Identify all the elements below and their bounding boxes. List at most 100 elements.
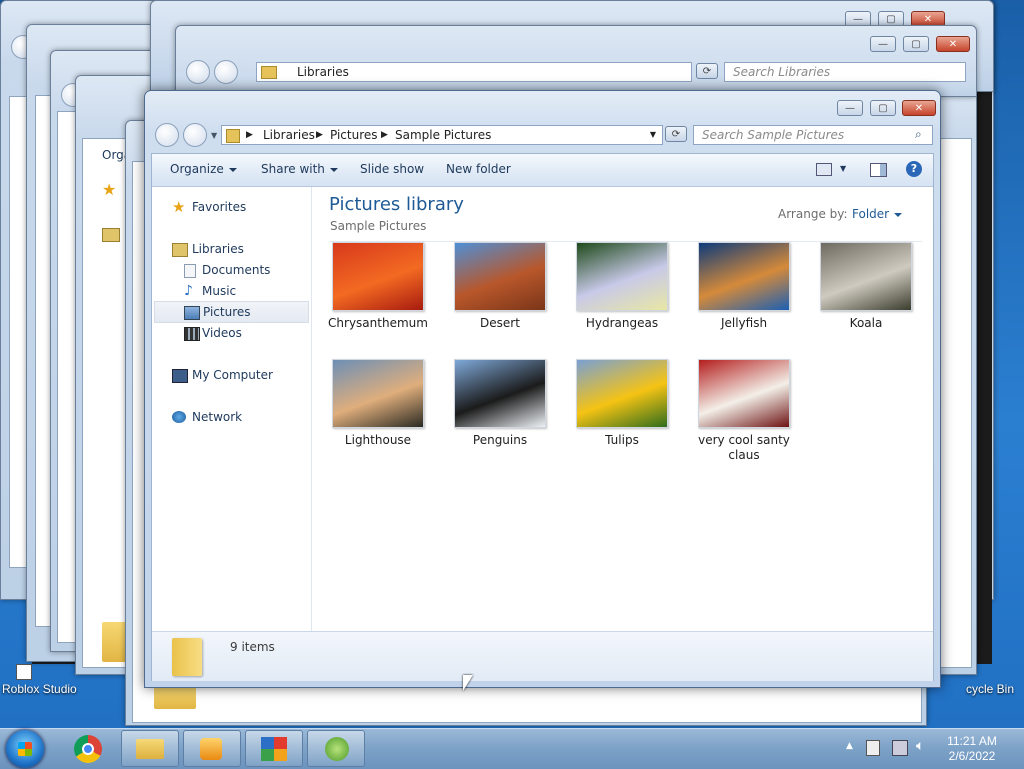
back-button[interactable] [155, 123, 179, 147]
nav-label: Documents [202, 263, 271, 277]
thumbnail-image [332, 359, 424, 428]
roblox-studio-icon [16, 664, 32, 680]
network-icon [172, 411, 186, 423]
nav-videos[interactable]: Videos [182, 323, 302, 343]
breadcrumb-separator-icon[interactable]: ▶ [316, 126, 323, 144]
new-folder-button[interactable]: New folder [446, 162, 511, 176]
folder-icon [261, 66, 277, 79]
file-thumbnail[interactable]: Lighthouse [322, 359, 434, 448]
share-with-button[interactable]: Share with [261, 162, 338, 176]
media-player-icon [200, 738, 222, 760]
thumbnail-label: Penguins [472, 433, 528, 447]
forward-button[interactable] [183, 123, 207, 147]
chrome-icon[interactable] [74, 735, 102, 763]
folder-icon [136, 739, 164, 759]
search-icon[interactable]: ⌕ [915, 127, 922, 142]
arrange-by-dropdown[interactable]: Folder [852, 207, 903, 221]
desktop-icon-label: Roblox Studio [2, 682, 77, 696]
clock[interactable]: 11:21 AM 2/6/2022 [944, 734, 1000, 764]
libraries-icon [172, 243, 188, 257]
nav-network[interactable]: Network [172, 407, 302, 427]
arrange-by-label: Arrange by: [778, 207, 848, 221]
breadcrumb-libraries[interactable]: Libraries [297, 63, 349, 81]
taskbar-media-player-button[interactable] [183, 730, 241, 767]
maximize-button[interactable]: ▢ [903, 36, 929, 52]
taskbar-app-button[interactable] [307, 730, 365, 767]
change-view-icon[interactable] [816, 163, 832, 176]
nav-documents[interactable]: Documents [182, 260, 302, 280]
taskbar-app-button[interactable] [245, 730, 303, 767]
libraries-window-front[interactable]: — ▢ ✕ Libraries ⟳ Search Libraries [175, 25, 977, 97]
volume-icon[interactable]: 🔈︎ [916, 738, 924, 754]
breadcrumb-pictures[interactable]: Pictures [330, 126, 378, 144]
address-bar[interactable]: ▶ Libraries ▶ Pictures ▶ Sample Pictures… [221, 125, 663, 145]
file-thumbnail[interactable]: Tulips [566, 359, 678, 448]
nav-label: Favorites [192, 200, 247, 214]
taskbar: ▲ 🔈︎ 11:21 AM 2/6/2022 [0, 728, 1024, 769]
minimize-button[interactable]: — [837, 100, 863, 116]
folder-large-icon [154, 687, 196, 709]
file-thumbnail[interactable]: Desert [444, 242, 556, 331]
favorites-star-icon: ★ [172, 198, 186, 216]
explorer-window[interactable]: — ▢ ✕ ▼ ▶ Libraries ▶ Pictures ▶ Sample … [144, 90, 941, 688]
preview-pane-icon[interactable] [870, 163, 887, 177]
refresh-button[interactable]: ⟳ [665, 126, 687, 142]
search-input[interactable]: Search Libraries [724, 62, 966, 82]
chevron-down-icon [228, 167, 237, 172]
command-bar: Organize Share with Slide show New folde… [152, 154, 933, 187]
file-thumbnail[interactable]: Chrysanthemum [322, 242, 434, 331]
desktop-icon-roblox-studio[interactable]: Roblox Studio [2, 662, 82, 702]
nav-label: Pictures [203, 305, 251, 319]
file-thumbnail[interactable]: Jellyfish [688, 242, 800, 331]
search-input[interactable]: Search Sample Pictures [693, 125, 933, 145]
thumbnail-image [820, 242, 912, 311]
file-thumbnail[interactable]: very cool santy claus [688, 359, 800, 463]
desktop-icon-recycle-bin[interactable]: cycle Bin [966, 680, 1024, 702]
nav-my-computer[interactable]: My Computer [172, 365, 302, 385]
explorer-content: Organize Share with Slide show New folde… [151, 153, 934, 681]
thumbnail-label: Hydrangeas [585, 316, 659, 330]
nav-pictures[interactable]: Pictures [154, 301, 309, 323]
taskbar-explorer-button[interactable] [121, 730, 179, 767]
thumbnail-image [698, 359, 790, 428]
music-icon: ♪ [184, 283, 193, 299]
breadcrumb-libraries[interactable]: Libraries [263, 126, 315, 144]
nav-music[interactable]: ♪ Music [182, 281, 302, 301]
breadcrumb-separator-icon[interactable]: ▶ [381, 126, 388, 144]
show-hidden-icons-button[interactable]: ▲ [846, 741, 853, 751]
forward-button[interactable] [214, 60, 238, 84]
help-icon[interactable]: ? [906, 161, 922, 177]
refresh-button[interactable]: ⟳ [696, 63, 718, 79]
chevron-down-icon [329, 167, 338, 172]
network-icon[interactable] [892, 740, 908, 756]
address-bar[interactable]: Libraries [256, 62, 692, 82]
favorites-star-icon: ★ [102, 180, 117, 199]
breadcrumb-separator-icon[interactable]: ▶ [246, 126, 253, 144]
nav-label: Libraries [192, 242, 244, 256]
slide-show-button[interactable]: Slide show [360, 162, 424, 176]
file-thumbnail[interactable]: Hydrangeas [566, 242, 678, 331]
organize-button[interactable]: Organize [170, 162, 237, 176]
address-dropdown-icon[interactable]: ▼ [650, 126, 656, 144]
file-thumbnail[interactable]: Koala [810, 242, 922, 331]
action-center-icon[interactable] [866, 740, 880, 756]
close-button[interactable]: ✕ [936, 36, 970, 52]
file-thumbnail[interactable]: Penguins [444, 359, 556, 448]
thumbnail-label: Jellyfish [720, 316, 768, 330]
breadcrumb-sample-pictures[interactable]: Sample Pictures [395, 126, 491, 144]
thumbnail-image [576, 359, 668, 428]
minimize-button[interactable]: — [870, 36, 896, 52]
start-button[interactable] [6, 730, 44, 768]
thumbnail-image [698, 242, 790, 311]
documents-icon [184, 264, 196, 278]
thumbnail-label: Tulips [605, 433, 639, 447]
close-button[interactable]: ✕ [902, 100, 936, 116]
nav-favorites[interactable]: ★ Favorites [172, 197, 302, 217]
view-options-dropdown-icon[interactable]: ▼ [840, 164, 846, 173]
chevron-down-icon [894, 212, 903, 217]
nav-libraries[interactable]: Libraries [172, 239, 302, 259]
back-button[interactable] [186, 60, 210, 84]
recent-pages-dropdown-icon[interactable]: ▼ [211, 131, 217, 140]
mouse-cursor-icon [463, 675, 473, 691]
maximize-button[interactable]: ▢ [870, 100, 896, 116]
